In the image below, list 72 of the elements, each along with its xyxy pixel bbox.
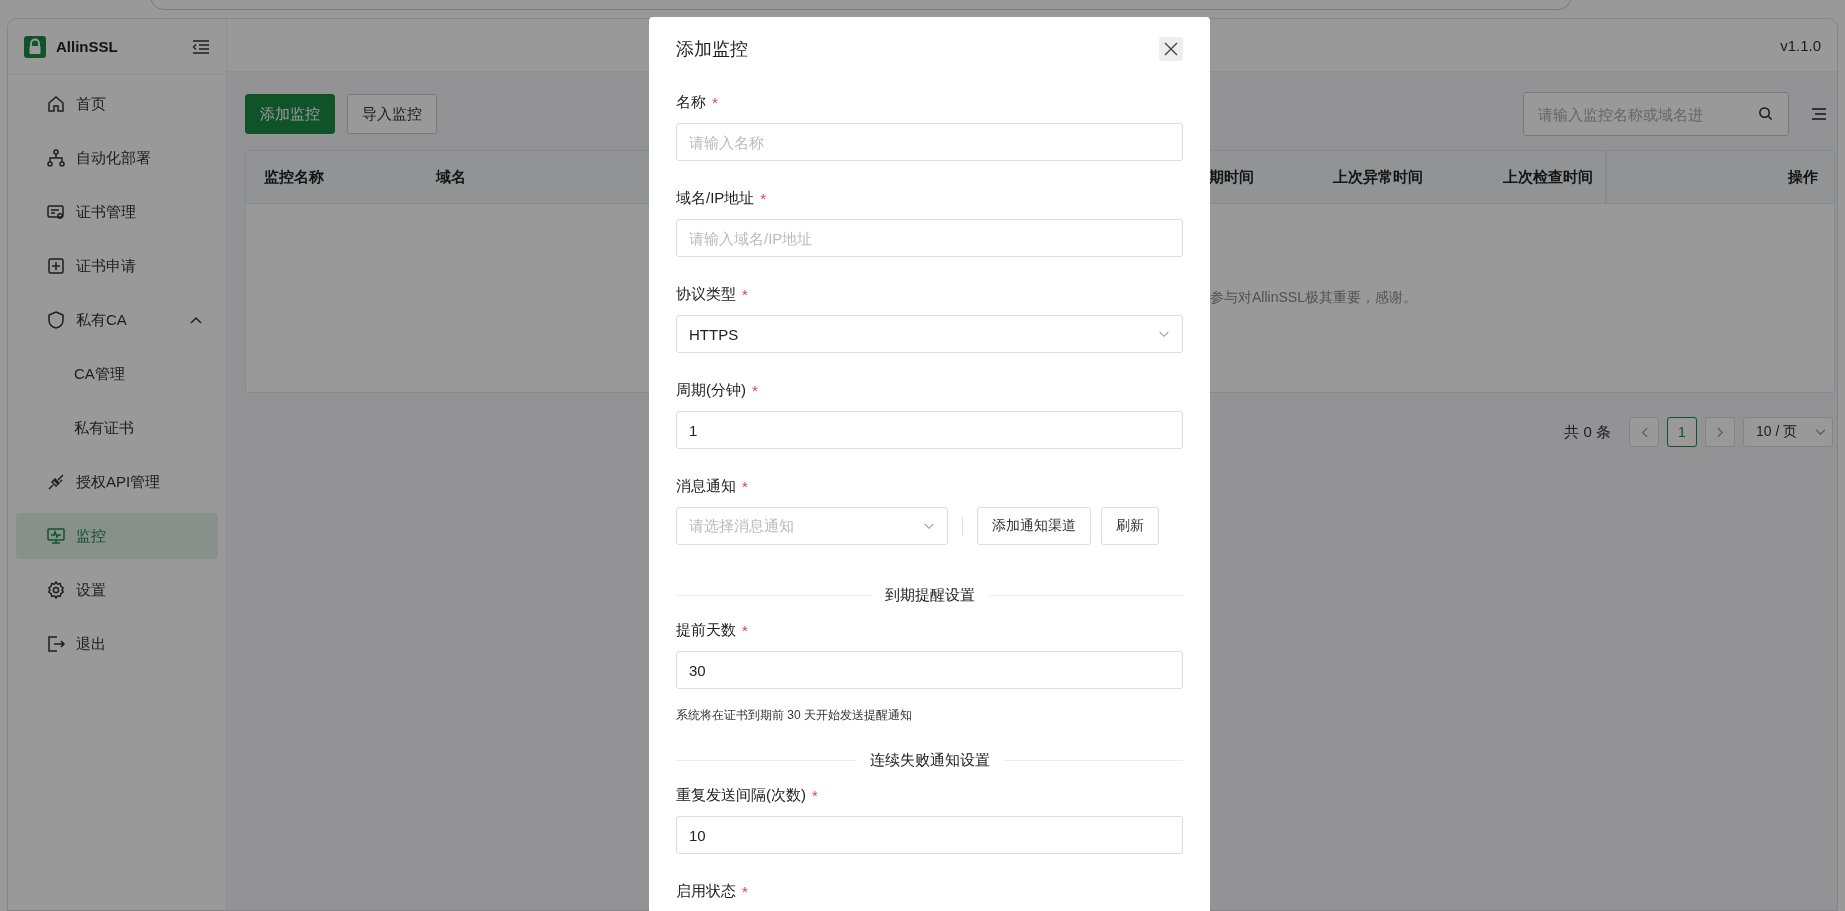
section-title: 连续失败通知设置 xyxy=(869,750,990,770)
plug-icon xyxy=(46,472,66,492)
submenu-item[interactable]: CA管理 xyxy=(16,351,218,397)
field-label: 周期(分钟) xyxy=(676,380,746,400)
chevron-down-icon xyxy=(1158,330,1170,338)
menu-icon[interactable] xyxy=(1811,107,1827,121)
input-field[interactable]: 30 xyxy=(676,651,1183,689)
required-mark: * xyxy=(742,477,748,495)
input-field[interactable]: 10 xyxy=(676,816,1183,854)
menu-item[interactable]: 自动化部署 xyxy=(16,135,218,181)
chevron-down-icon xyxy=(1815,428,1826,436)
field-label: 协议类型 xyxy=(676,284,736,304)
menu-item[interactable]: 证书申请 xyxy=(16,243,218,289)
menu-item[interactable]: 私有CA xyxy=(16,297,218,343)
certificate-icon xyxy=(46,202,66,222)
field-label: 名称 xyxy=(676,92,706,112)
monitor-icon xyxy=(46,526,66,546)
import-button[interactable]: 导入监控 xyxy=(347,94,437,134)
plus-square-icon xyxy=(46,256,66,276)
input-field[interactable]: 1 xyxy=(676,411,1183,449)
field-label: 消息通知 xyxy=(676,476,736,496)
menu-item[interactable]: 授权API管理 xyxy=(16,459,218,505)
shield-icon xyxy=(46,310,66,330)
chevron-left-icon xyxy=(1640,426,1648,438)
input-field[interactable]: 请输入域名/IP地址 xyxy=(676,219,1183,257)
search-icon[interactable] xyxy=(1758,106,1773,121)
column-header: 上次异常时间 xyxy=(1333,167,1424,187)
required-mark: * xyxy=(742,882,748,900)
add-channel-button[interactable]: 添加通知渠道 xyxy=(977,507,1091,545)
chevron-down-icon xyxy=(923,522,935,530)
input-field[interactable]: 请输入名称 xyxy=(676,123,1183,161)
close-icon xyxy=(1164,42,1178,56)
column-header: 域名 xyxy=(434,167,467,187)
menu-item[interactable]: 退出 xyxy=(16,621,218,667)
required-mark: * xyxy=(742,285,748,303)
help-text: 系统将在证书到期前 30 天开始发送提醒通知 xyxy=(676,707,913,724)
field-label: 域名/IP地址 xyxy=(676,188,755,208)
empty-message: 参与对AllinSSL极其重要，感谢。 xyxy=(1210,289,1417,307)
hierarchy-icon xyxy=(46,148,66,168)
refresh-button[interactable]: 刷新 xyxy=(1101,507,1159,545)
page-button[interactable]: 1 xyxy=(1667,417,1697,447)
close-button[interactable] xyxy=(1159,37,1183,61)
required-mark: * xyxy=(760,189,767,207)
collapse-menu-icon[interactable] xyxy=(192,39,210,54)
dialog-title: 添加监控 xyxy=(676,38,748,61)
submenu-item[interactable]: 私有证书 xyxy=(16,405,218,451)
menu-item[interactable]: 设置 xyxy=(16,567,218,613)
section-title: 到期提醒设置 xyxy=(884,585,975,605)
logout-icon xyxy=(46,634,66,654)
field-label: 重复发送间隔(次数) xyxy=(676,785,806,805)
page-size-select[interactable]: 10 / 页 xyxy=(1743,417,1833,447)
field-label: 启用状态 xyxy=(676,881,736,901)
menu-item[interactable]: 证书管理 xyxy=(16,189,218,235)
column-header: 监控名称 xyxy=(263,167,325,187)
field-label: 提前天数 xyxy=(676,620,736,640)
lock-logo-icon xyxy=(24,35,46,58)
version-label: v1.1.0 xyxy=(1780,36,1821,54)
brand-name: AllinSSL xyxy=(56,38,119,55)
total-count: 共 0 条 xyxy=(1564,422,1611,442)
add-button[interactable]: 添加监控 xyxy=(245,94,335,134)
required-mark: * xyxy=(812,786,818,804)
required-mark: * xyxy=(752,381,758,399)
required-mark: * xyxy=(712,93,718,111)
required-mark: * xyxy=(742,621,748,639)
chevron-right-icon xyxy=(1716,426,1724,438)
column-header: 操作 xyxy=(1605,151,1834,203)
select-field[interactable]: HTTPS xyxy=(676,315,1183,353)
column-header: 期时间 xyxy=(1209,167,1255,187)
house-icon xyxy=(46,94,66,114)
menu-item[interactable]: 首页 xyxy=(16,81,218,127)
settings-icon xyxy=(46,580,66,600)
column-header: 上次检查时间 xyxy=(1503,167,1594,187)
